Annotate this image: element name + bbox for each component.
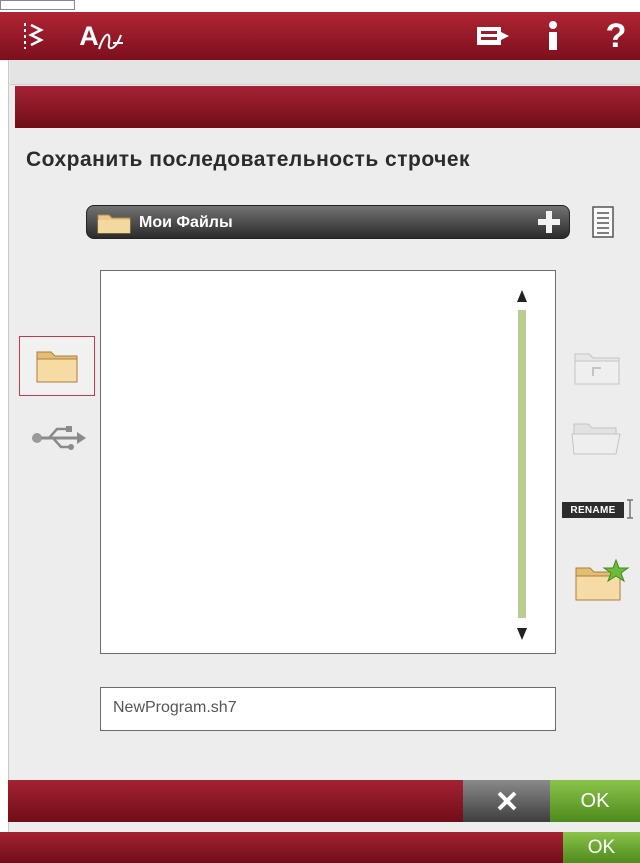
dialog-title: Сохранить последовательность строчек <box>26 148 471 171</box>
folder-icon <box>36 351 78 383</box>
list-view-icon[interactable] <box>592 206 614 238</box>
file-manager-icon[interactable] <box>470 12 516 60</box>
open-folder-icon[interactable] <box>570 420 624 456</box>
scrollbar-track[interactable] <box>518 310 526 618</box>
info-icon[interactable] <box>538 12 568 60</box>
current-folder-label: Мои Файлы <box>139 214 233 231</box>
folder-icon <box>97 214 131 234</box>
rename-button[interactable]: RENAME <box>562 502 624 518</box>
current-folder-bar[interactable]: Мои Файлы <box>86 205 570 239</box>
close-icon <box>497 791 516 811</box>
my-files-device-button[interactable] <box>19 336 95 396</box>
top-toolbar: A ? <box>0 12 640 60</box>
plus-icon[interactable] <box>535 208 563 236</box>
footer-ok-button[interactable]: OK <box>563 832 640 863</box>
help-icon[interactable]: ? <box>598 12 634 60</box>
stitch-menu-icon[interactable] <box>16 12 50 60</box>
footer-bar <box>0 832 640 863</box>
folder-up-icon[interactable] <box>573 350 621 386</box>
new-folder-icon[interactable] <box>574 558 630 602</box>
filename-input[interactable]: NewProgram.sh7 <box>100 687 556 731</box>
font-menu-icon[interactable]: A <box>74 12 130 60</box>
ok-button[interactable]: OK <box>550 780 640 822</box>
dialog-header-bar <box>15 86 640 128</box>
dialog-top-strip <box>10 60 640 85</box>
usb-icon[interactable] <box>31 425 87 451</box>
text-cursor-icon <box>627 499 633 519</box>
window-corner-box <box>0 0 75 10</box>
scroll-up-arrow[interactable] <box>517 290 527 302</box>
scroll-down-arrow[interactable] <box>517 628 527 640</box>
file-list[interactable] <box>100 270 556 654</box>
cancel-button[interactable] <box>463 780 550 822</box>
